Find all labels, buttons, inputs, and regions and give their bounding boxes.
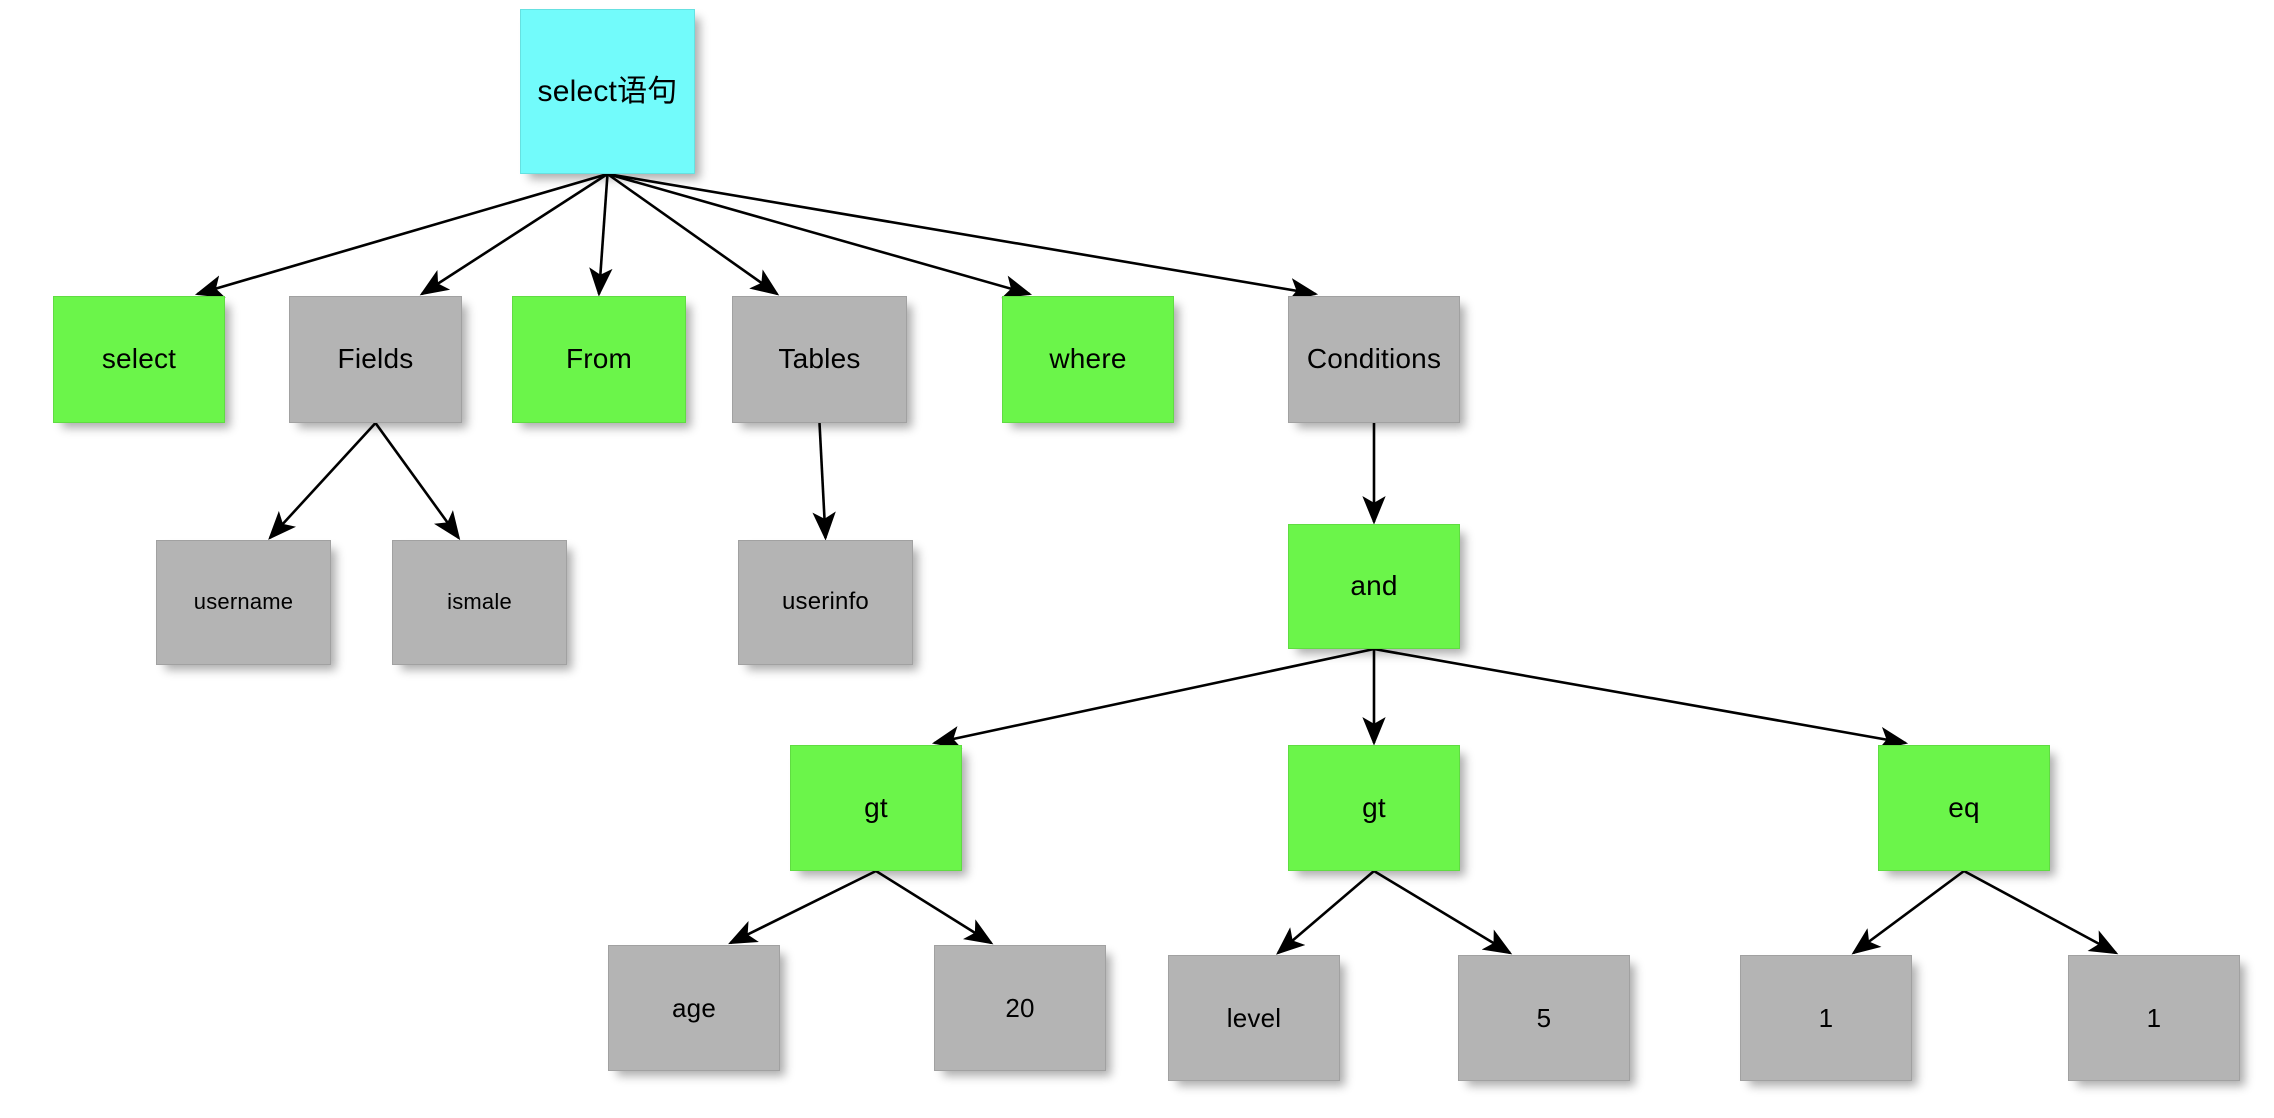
tree-node-ismale[interactable]: ismale <box>392 540 567 665</box>
tree-node-root[interactable]: select语句 <box>520 9 695 174</box>
tree-node-label: Tables <box>778 343 861 375</box>
tree-node-select[interactable]: select <box>53 296 225 423</box>
edge-eq-to-one_a <box>1851 869 1965 955</box>
tree-node-userinfo[interactable]: userinfo <box>738 540 913 665</box>
tree-node-conditions[interactable]: Conditions <box>1288 296 1460 423</box>
tree-node-from[interactable]: From <box>512 296 686 423</box>
tree-node-label: where <box>1049 343 1127 375</box>
tree-node-twenty[interactable]: 20 <box>934 945 1106 1071</box>
tree-node-label: select <box>101 343 177 375</box>
tree-node-one_b[interactable]: 1 <box>2068 955 2240 1081</box>
tree-node-label: 1 <box>1818 1002 1834 1033</box>
edge-root-to-conditions <box>607 172 1319 302</box>
tree-node-label: Conditions <box>1306 343 1442 375</box>
tree-node-label: level <box>1226 1002 1282 1033</box>
tree-node-label: 20 <box>1005 992 1035 1023</box>
tree-node-and[interactable]: and <box>1288 524 1460 649</box>
tree-node-level[interactable]: level <box>1168 955 1340 1081</box>
tree-node-label: select语句 <box>537 75 678 108</box>
tree-node-label: 5 <box>1536 1002 1552 1033</box>
edge-root-to-select <box>194 172 608 298</box>
edge-gt1-to-twenty <box>875 869 994 945</box>
tree-node-age[interactable]: age <box>608 945 780 1071</box>
edge-fields-to-username <box>268 422 377 540</box>
tree-node-label: 1 <box>2146 1002 2162 1033</box>
edge-eq-to-one_b <box>1963 869 2119 955</box>
edge-and-to-gt1 <box>931 647 1375 750</box>
diagram-canvas: select语句 select Fields From Tables where Condi… <box>0 0 2274 1118</box>
edge-fields-to-ismale <box>374 422 461 541</box>
tree-node-fields[interactable]: Fields <box>289 296 462 423</box>
edge-layer <box>194 172 2119 955</box>
tree-node-gt2[interactable]: gt <box>1288 745 1460 871</box>
tree-node-label: username <box>193 589 294 615</box>
tree-node-label: eq <box>1948 791 1980 823</box>
edge-gt1-to-age <box>728 869 877 945</box>
tree-node-label: gt <box>1362 791 1386 823</box>
edge-gt2-to-level <box>1276 870 1375 955</box>
tree-node-five[interactable]: 5 <box>1458 955 1630 1081</box>
tree-node-tables[interactable]: Tables <box>732 296 907 423</box>
edge-tables-to-userinfo <box>812 422 836 541</box>
tree-node-eq[interactable]: eq <box>1878 745 2050 871</box>
tree-node-label: age <box>672 992 716 1023</box>
edge-and-to-eq <box>1373 647 1909 750</box>
edge-root-to-fields <box>419 172 609 296</box>
tree-node-where[interactable]: where <box>1002 296 1174 423</box>
tree-node-label: Fields <box>337 343 414 375</box>
edge-root-to-where <box>607 172 1033 299</box>
tree-node-label: ismale <box>447 589 512 615</box>
edge-gt2-to-five <box>1373 869 1513 955</box>
tree-node-label: From <box>565 343 633 375</box>
tree-node-label: userinfo <box>782 588 869 616</box>
edge-root-to-tables <box>606 172 780 296</box>
tree-node-one_a[interactable]: 1 <box>1740 955 1912 1081</box>
tree-node-label: and <box>1350 570 1398 602</box>
tree-node-username[interactable]: username <box>156 540 331 665</box>
edge-root-to-from <box>589 173 613 297</box>
tree-node-gt1[interactable]: gt <box>790 745 962 871</box>
tree-node-label: gt <box>864 791 888 823</box>
